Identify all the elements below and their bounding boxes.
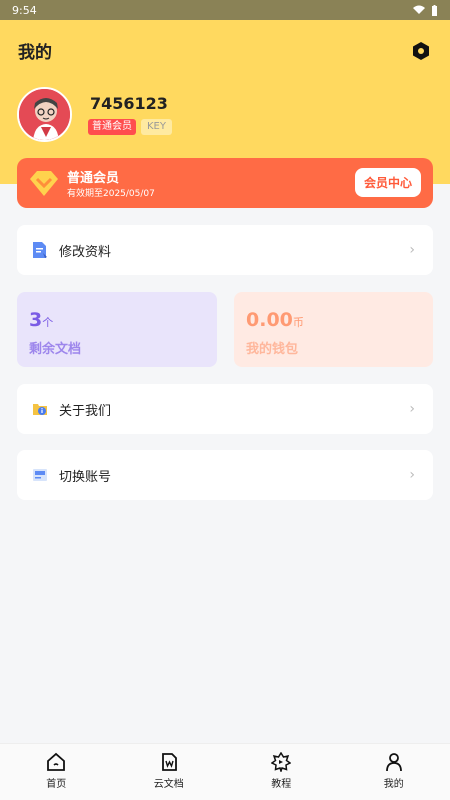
wallet-unit: 币 — [292, 316, 304, 329]
document-icon — [159, 752, 179, 772]
tab-cloud-docs[interactable]: 云文档 — [113, 744, 226, 800]
tab-cloud-docs-label: 云文档 — [153, 779, 184, 790]
wifi-icon — [413, 5, 425, 14]
tab-mine[interactable]: 我的 — [338, 744, 450, 800]
vip-diamond-icon — [30, 171, 58, 196]
avatar[interactable] — [17, 87, 72, 142]
member-badge: 普通会员 — [88, 119, 136, 135]
battery-icon — [432, 4, 437, 16]
key-badge: KEY — [141, 119, 172, 135]
profile-badges: 普通会员 KEY — [88, 119, 172, 135]
status-icons — [413, 4, 438, 16]
status-time: 9:54 — [12, 3, 37, 17]
page-title: 我的 — [18, 43, 52, 63]
about-info-icon — [31, 400, 49, 418]
member-center-button[interactable]: 会员中心 — [354, 168, 421, 197]
status-bar: 9:54 — [0, 0, 450, 20]
switch-account-label: 切换账号 — [59, 469, 112, 485]
tab-home-label: 首页 — [46, 779, 67, 790]
edit-profile-label: 修改资料 — [59, 244, 112, 260]
tab-tutorial-label: 教程 — [271, 779, 292, 790]
wallet-value-row: 0.00币 — [246, 309, 304, 331]
chevron-right-icon: › — [409, 401, 415, 417]
docs-value: 3 — [29, 309, 43, 331]
username: 7456123 — [90, 94, 168, 113]
remaining-docs-card[interactable]: 3个 剩余文档 — [17, 292, 217, 367]
switch-account-icon — [31, 466, 49, 484]
docs-value-row: 3个 — [29, 309, 53, 331]
tutorial-icon — [271, 752, 292, 772]
bottom-tab-bar: 首页 云文档 教程 我的 — [0, 743, 450, 800]
chevron-right-icon: › — [409, 467, 415, 483]
settings-button[interactable] — [410, 40, 432, 62]
tab-mine-label: 我的 — [383, 779, 404, 790]
vip-expiry: 有效期至2025/05/07 — [67, 189, 155, 199]
docs-label: 剩余文档 — [29, 342, 82, 357]
edit-document-icon — [31, 241, 49, 259]
home-icon — [46, 752, 66, 772]
wallet-card[interactable]: 0.00币 我的钱包 — [234, 292, 433, 367]
switch-account-item[interactable]: 切换账号 › — [17, 450, 433, 500]
docs-unit: 个 — [42, 316, 54, 329]
about-us-item[interactable]: 关于我们 › — [17, 384, 433, 434]
edit-profile-item[interactable]: 修改资料 › — [17, 225, 433, 275]
tab-home[interactable]: 首页 — [0, 744, 113, 800]
chevron-right-icon: › — [409, 242, 415, 258]
tab-tutorial[interactable]: 教程 — [225, 744, 338, 800]
vip-card: 普通会员 有效期至2025/05/07 会员中心 — [17, 158, 433, 208]
about-us-label: 关于我们 — [59, 403, 112, 419]
wallet-value: 0.00 — [246, 309, 293, 331]
settings-hexagon-icon — [413, 42, 429, 60]
vip-title: 普通会员 — [67, 171, 120, 186]
user-icon — [384, 752, 404, 772]
wallet-label: 我的钱包 — [246, 342, 299, 357]
